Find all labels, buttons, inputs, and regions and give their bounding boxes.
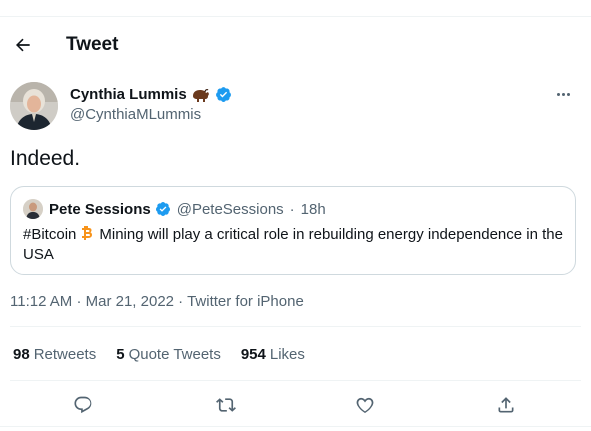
share-button[interactable] <box>494 393 518 417</box>
divider <box>10 326 581 327</box>
avatar[interactable] <box>10 82 58 130</box>
quote-tweets-label: Quote Tweets <box>128 346 221 363</box>
tweet-stats: 98 Retweets 5 Quote Tweets 954 Likes <box>13 346 305 363</box>
verified-badge-icon <box>155 202 170 216</box>
arrow-left-icon <box>16 38 30 52</box>
tweet-source[interactable]: Twitter for iPhone <box>187 293 304 310</box>
quoted-body-text: Mining will play a critical role in rebu… <box>23 226 563 263</box>
author-name[interactable]: Cynthia Lummis <box>70 86 187 103</box>
author-name-row: Cynthia Lummis <box>70 86 232 103</box>
quote-tweets-stat[interactable]: 5 Quote Tweets <box>116 346 221 363</box>
back-button[interactable] <box>8 30 38 60</box>
more-dot-icon <box>561 92 565 96</box>
bottom-divider <box>0 426 591 427</box>
tweet-time[interactable]: 11:12 AM <box>10 293 72 310</box>
quote-tweets-count: 5 <box>116 346 125 363</box>
likes-stat[interactable]: 954 Likes <box>241 346 305 363</box>
likes-label: Likes <box>269 346 305 363</box>
retweets-count: 98 <box>13 346 30 363</box>
quoted-tweet[interactable]: Pete Sessions @PeteSessions · 18h #Bitco… <box>10 186 576 275</box>
like-icon <box>356 397 374 413</box>
retweets-label: Retweets <box>33 346 97 363</box>
quoted-time: 18h <box>300 200 326 218</box>
reply-button[interactable] <box>71 393 95 417</box>
tweet-author: Cynthia Lummis @CynthiaMLummis <box>10 80 580 132</box>
page-title: Tweet <box>66 34 119 55</box>
tweet-text: Indeed. <box>10 147 81 170</box>
page-header: Tweet <box>0 28 591 62</box>
bitcoin-icon <box>82 226 93 240</box>
reply-icon <box>74 396 92 414</box>
retweets-stat[interactable]: 98 Retweets <box>13 346 96 363</box>
retweet-icon <box>216 398 236 412</box>
hashtag-link[interactable]: #Bitcoin <box>23 226 76 243</box>
tweet-meta: 11:12 AM · Mar 21, 2022 · Twitter for iP… <box>10 293 304 310</box>
divider <box>10 380 581 381</box>
avatar-photo <box>10 82 58 130</box>
quoted-author-handle: @PeteSessions <box>176 200 284 218</box>
tweet-date[interactable]: Mar 21, 2022 <box>86 293 174 310</box>
meta-separator: · <box>178 293 184 310</box>
like-button[interactable] <box>353 393 377 417</box>
likes-count: 954 <box>240 346 266 363</box>
more-options-button[interactable] <box>552 86 574 102</box>
author-handle[interactable]: @CynthiaMLummis <box>70 106 201 123</box>
quoted-tweet-header: Pete Sessions @PeteSessions · 18h <box>23 199 326 219</box>
more-dot-icon <box>556 92 560 96</box>
verified-badge-icon <box>215 87 231 102</box>
bison-icon <box>192 88 209 102</box>
meta-separator: · <box>76 293 82 310</box>
retweet-button[interactable] <box>214 393 238 417</box>
quoted-avatar <box>23 199 43 219</box>
top-divider <box>0 16 591 17</box>
quoted-tweet-text: #Bitcoin Mining will play a critical role… <box>23 225 563 265</box>
quoted-separator: · <box>289 200 295 218</box>
more-dot-icon <box>566 92 570 96</box>
share-icon <box>498 397 514 413</box>
quoted-author-name: Pete Sessions <box>49 200 151 218</box>
